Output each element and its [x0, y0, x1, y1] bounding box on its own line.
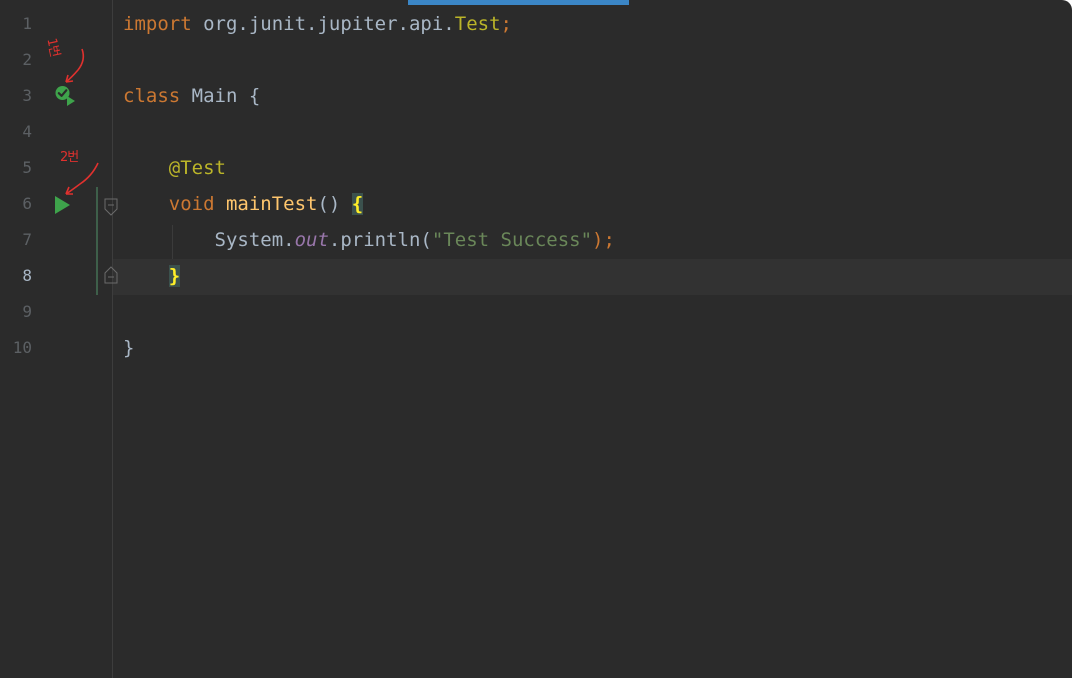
code-token: );	[592, 229, 615, 251]
code-token: org.junit.jupiter.api.	[203, 13, 455, 35]
code-token: }	[168, 265, 181, 287]
line-number: 8	[22, 266, 32, 285]
code-line[interactable]: import org.junit.jupiter.api.Test;	[123, 6, 512, 42]
code-line[interactable]: }	[123, 258, 181, 294]
code-token: Test	[454, 13, 501, 35]
line-number: 4	[22, 122, 32, 141]
line-number: 3	[22, 86, 32, 105]
run-test-method-icon[interactable]	[54, 195, 72, 215]
vcs-change-marker[interactable]	[96, 187, 98, 295]
fold-end-icon[interactable]	[104, 266, 118, 284]
code-token: out	[294, 229, 329, 251]
code-token: "Test Success"	[431, 229, 593, 251]
code-token: ;	[500, 13, 512, 35]
code-line[interactable]: @Test	[123, 150, 226, 186]
code-token: void	[123, 193, 226, 215]
line-number: 6	[22, 194, 32, 213]
code-line[interactable]: System.out.println("Test Success");	[123, 222, 615, 258]
line-number: 2	[22, 50, 32, 69]
code-token: ()	[317, 193, 352, 215]
code-token: {	[351, 193, 364, 215]
code-line[interactable]: void mainTest() {	[123, 186, 364, 222]
fold-start-icon[interactable]	[104, 198, 118, 216]
code-token: .println(	[328, 229, 432, 251]
code-token: System.	[123, 229, 295, 251]
line-number: 5	[22, 158, 32, 177]
code-line[interactable]: }	[123, 330, 134, 366]
code-token: class	[123, 85, 192, 107]
code-token: @Test	[123, 157, 226, 179]
line-number: 9	[22, 302, 32, 321]
line-number: 1	[22, 14, 32, 33]
code-token: Main {	[191, 85, 261, 107]
code-token: import	[123, 13, 204, 35]
code-editor[interactable]: 1 2 3 4 5 6 7 8 9 10 1번 2번 import org.ju…	[0, 0, 1072, 678]
code-line[interactable]: class Main {	[123, 78, 260, 114]
active-tab-indicator	[408, 0, 629, 5]
code-token: }	[123, 337, 135, 359]
line-number: 10	[12, 338, 32, 357]
handwritten-arrow-1-icon	[65, 48, 85, 83]
editor-gutter[interactable]: 1 2 3 4 5 6 7 8 9 10 1번 2번	[0, 0, 118, 678]
line-number: 7	[22, 230, 32, 249]
code-token: mainTest	[225, 193, 318, 215]
